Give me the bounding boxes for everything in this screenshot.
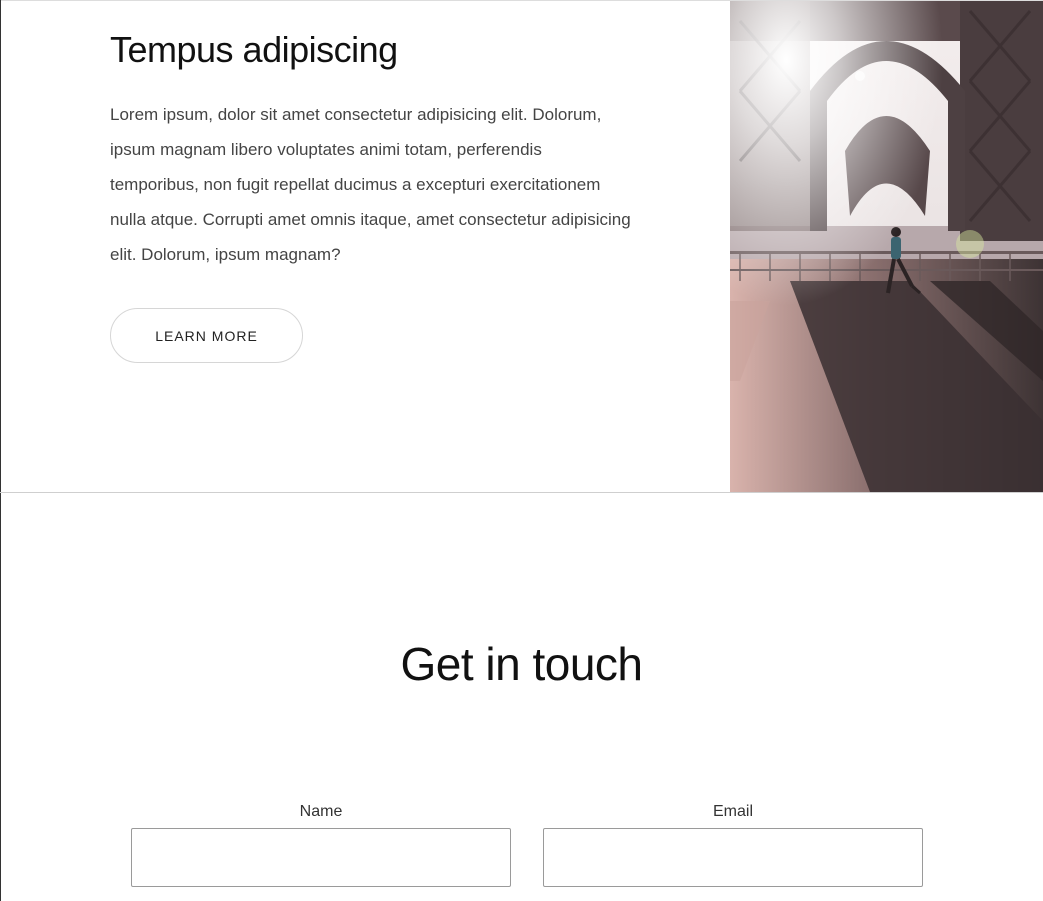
bridge-photo-illustration bbox=[730, 1, 1043, 492]
learn-more-button[interactable]: LEARN MORE bbox=[110, 308, 303, 363]
email-field-group: Email bbox=[543, 802, 923, 887]
name-input[interactable] bbox=[131, 828, 511, 887]
name-field-group: Name bbox=[131, 802, 511, 887]
bridge-runner-photo bbox=[730, 1, 1043, 492]
contact-heading: Get in touch bbox=[400, 638, 643, 690]
email-input[interactable] bbox=[543, 828, 923, 887]
feature-section: Tempus adipiscing Lorem ipsum, dolor sit… bbox=[0, 1, 1043, 493]
feature-description: Lorem ipsum, dolor sit amet consectetur … bbox=[110, 105, 631, 264]
name-label: Name bbox=[299, 803, 343, 820]
page: Tempus adipiscing Lorem ipsum, dolor sit… bbox=[0, 0, 1043, 901]
email-label: Email bbox=[712, 803, 753, 820]
feature-text-block: Tempus adipiscing Lorem ipsum, dolor sit… bbox=[110, 1, 635, 272]
feature-title: Tempus adipiscing bbox=[110, 29, 398, 70]
